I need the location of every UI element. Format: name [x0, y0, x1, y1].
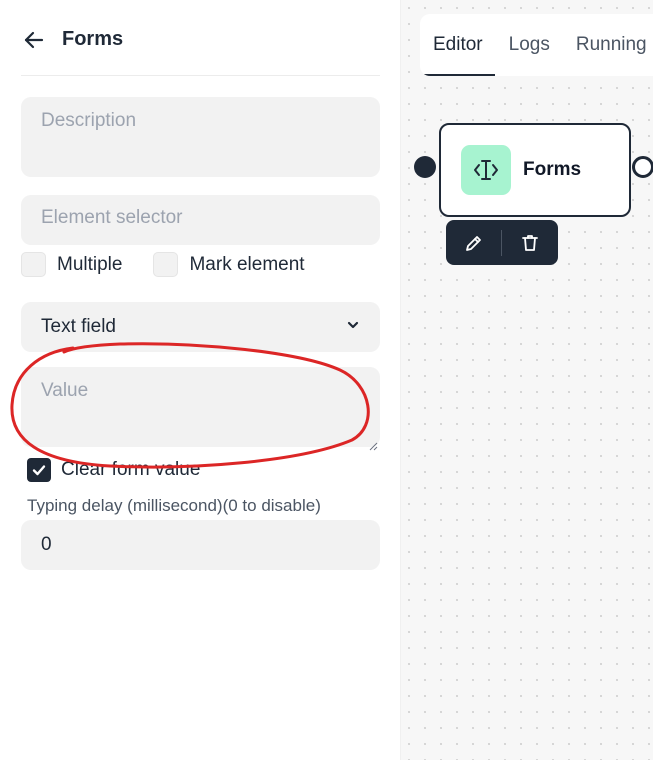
description-placeholder: Description [41, 110, 137, 131]
value-placeholder: Value [41, 380, 89, 401]
mark-element-label: Mark element [189, 253, 305, 275]
clear-form-value-label: Clear form value [61, 459, 201, 480]
tab-logs[interactable]: Logs [509, 14, 550, 76]
tab-running[interactable]: Running [576, 14, 647, 76]
panel-title: Forms [62, 28, 124, 50]
form-type-selected: Text field [41, 316, 116, 337]
form-type-select[interactable]: Text field [21, 302, 380, 352]
clear-form-value-checkbox[interactable] [27, 458, 51, 482]
chevron-down-icon [346, 316, 360, 338]
multiple-label: Multiple [57, 253, 123, 275]
workflow-canvas[interactable] [401, 0, 653, 760]
node-label: Forms [523, 159, 582, 180]
tab-editor[interactable]: Editor [421, 14, 495, 76]
element-selector-input[interactable]: Element selector [21, 195, 380, 245]
resize-grip-icon[interactable] [368, 435, 378, 451]
block-settings-panel: Forms Description Element selector Multi… [0, 0, 401, 760]
pencil-icon[interactable] [446, 220, 501, 265]
multiple-checkbox[interactable] [21, 252, 46, 277]
panel-header: Forms [21, 18, 380, 76]
element-selector-placeholder: Element selector [41, 207, 183, 228]
clear-form-value-row: Clear form value [27, 458, 200, 482]
node-toolbar [446, 220, 558, 265]
selector-options-row: Multiple Mark element [21, 252, 305, 277]
node-output-port[interactable] [632, 156, 653, 178]
value-textarea[interactable]: Value [21, 367, 380, 451]
text-cursor-icon [461, 145, 511, 195]
typing-delay-label: Typing delay (millisecond)(0 to disable) [27, 496, 321, 515]
forms-node[interactable]: Forms [439, 123, 631, 217]
editor-tabs: Editor Logs Running [420, 14, 653, 76]
mark-element-checkbox[interactable] [153, 252, 179, 277]
trash-icon[interactable] [502, 220, 557, 265]
typing-delay-value: 0 [41, 534, 52, 555]
typing-delay-input[interactable]: 0 [21, 520, 380, 570]
node-input-port[interactable] [414, 156, 436, 178]
description-input[interactable]: Description [21, 97, 380, 177]
arrow-left-icon[interactable] [22, 27, 48, 53]
